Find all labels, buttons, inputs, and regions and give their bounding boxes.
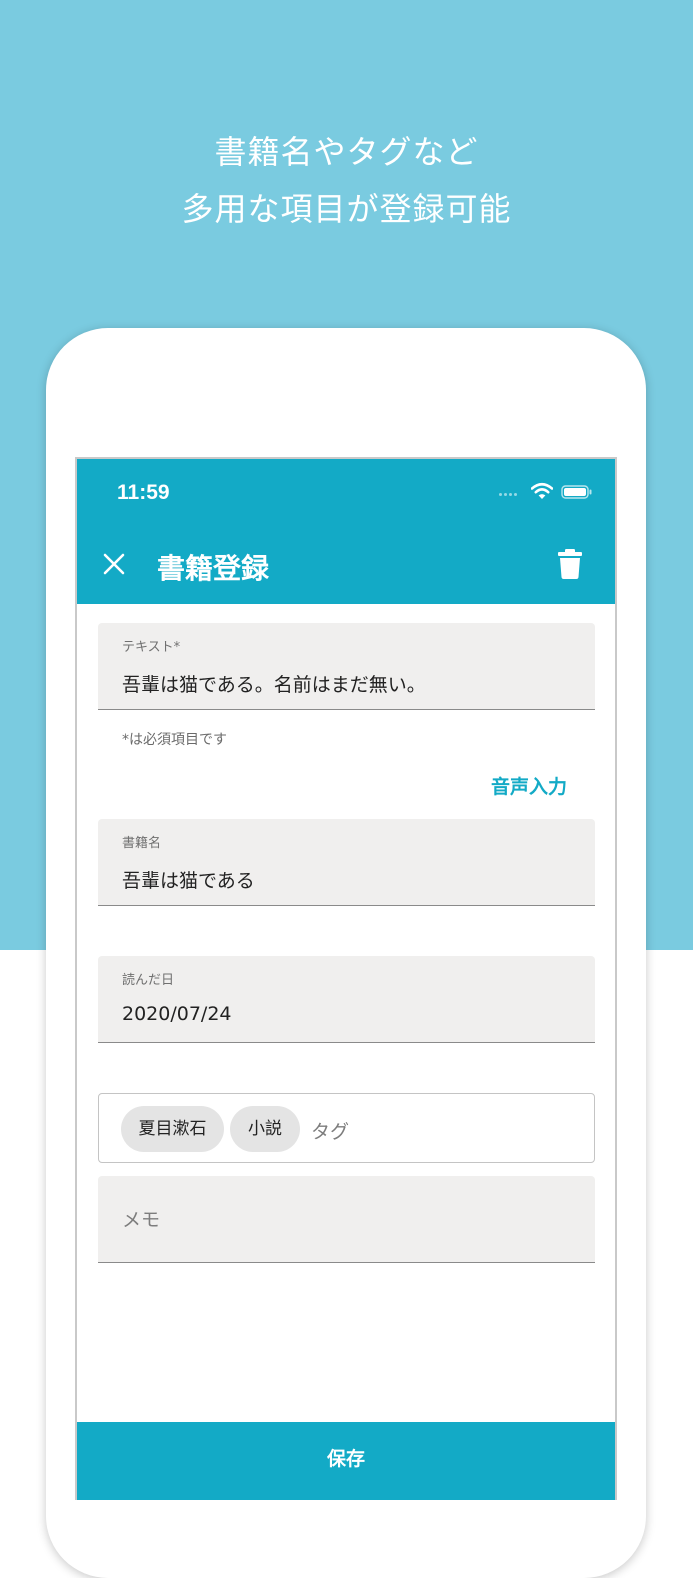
tag-chip[interactable]: 小説	[230, 1106, 300, 1152]
app-bar: 11:59 書籍登録	[77, 459, 615, 604]
tag-input-box[interactable]: 夏目漱石 小説 タグ	[98, 1093, 595, 1163]
status-time: 11:59	[117, 481, 170, 504]
tag-chip[interactable]: 夏目漱石	[121, 1106, 224, 1152]
battery-icon	[561, 485, 592, 499]
trash-icon[interactable]	[558, 549, 582, 579]
read-date-value[interactable]: 2020/07/24	[122, 1003, 232, 1025]
tag-input[interactable]: タグ	[311, 1117, 349, 1144]
book-title-field[interactable]: 書籍名 吾輩は猫である	[98, 819, 595, 906]
book-title-label: 書籍名	[122, 836, 162, 851]
headline-line-2: 多用な項目が登録可能	[181, 190, 512, 228]
text-field-label: テキスト*	[122, 640, 181, 655]
read-date-label: 読んだ日	[122, 973, 175, 988]
text-field-value[interactable]: 吾輩は猫である。名前はまだ無い。	[122, 670, 426, 697]
close-icon[interactable]	[103, 553, 125, 575]
headline-line-1: 書籍名やタグなど	[214, 133, 479, 171]
book-title-value[interactable]: 吾輩は猫である	[122, 866, 255, 893]
read-date-field[interactable]: 読んだ日 2020/07/24	[98, 956, 595, 1043]
memo-field[interactable]: メモ	[98, 1176, 595, 1263]
voice-input-button[interactable]: 音声入力	[491, 772, 567, 799]
wifi-icon	[531, 482, 553, 499]
text-field[interactable]: テキスト* 吾輩は猫である。名前はまだ無い。	[98, 623, 595, 710]
required-helper-text: *は必須項目です	[122, 732, 227, 748]
app-screen: 11:59 書籍登録 テキスト* 吾輩は猫である。名前はまだ無い。 *は必須項目…	[75, 457, 617, 1500]
save-button[interactable]: 保存	[77, 1422, 615, 1500]
signal-dots-icon	[499, 493, 523, 499]
promo-headline: 書籍名やタグなど 多用な項目が登録可能	[0, 124, 693, 238]
page-title: 書籍登録	[157, 552, 270, 585]
memo-placeholder: メモ	[122, 1209, 161, 1231]
